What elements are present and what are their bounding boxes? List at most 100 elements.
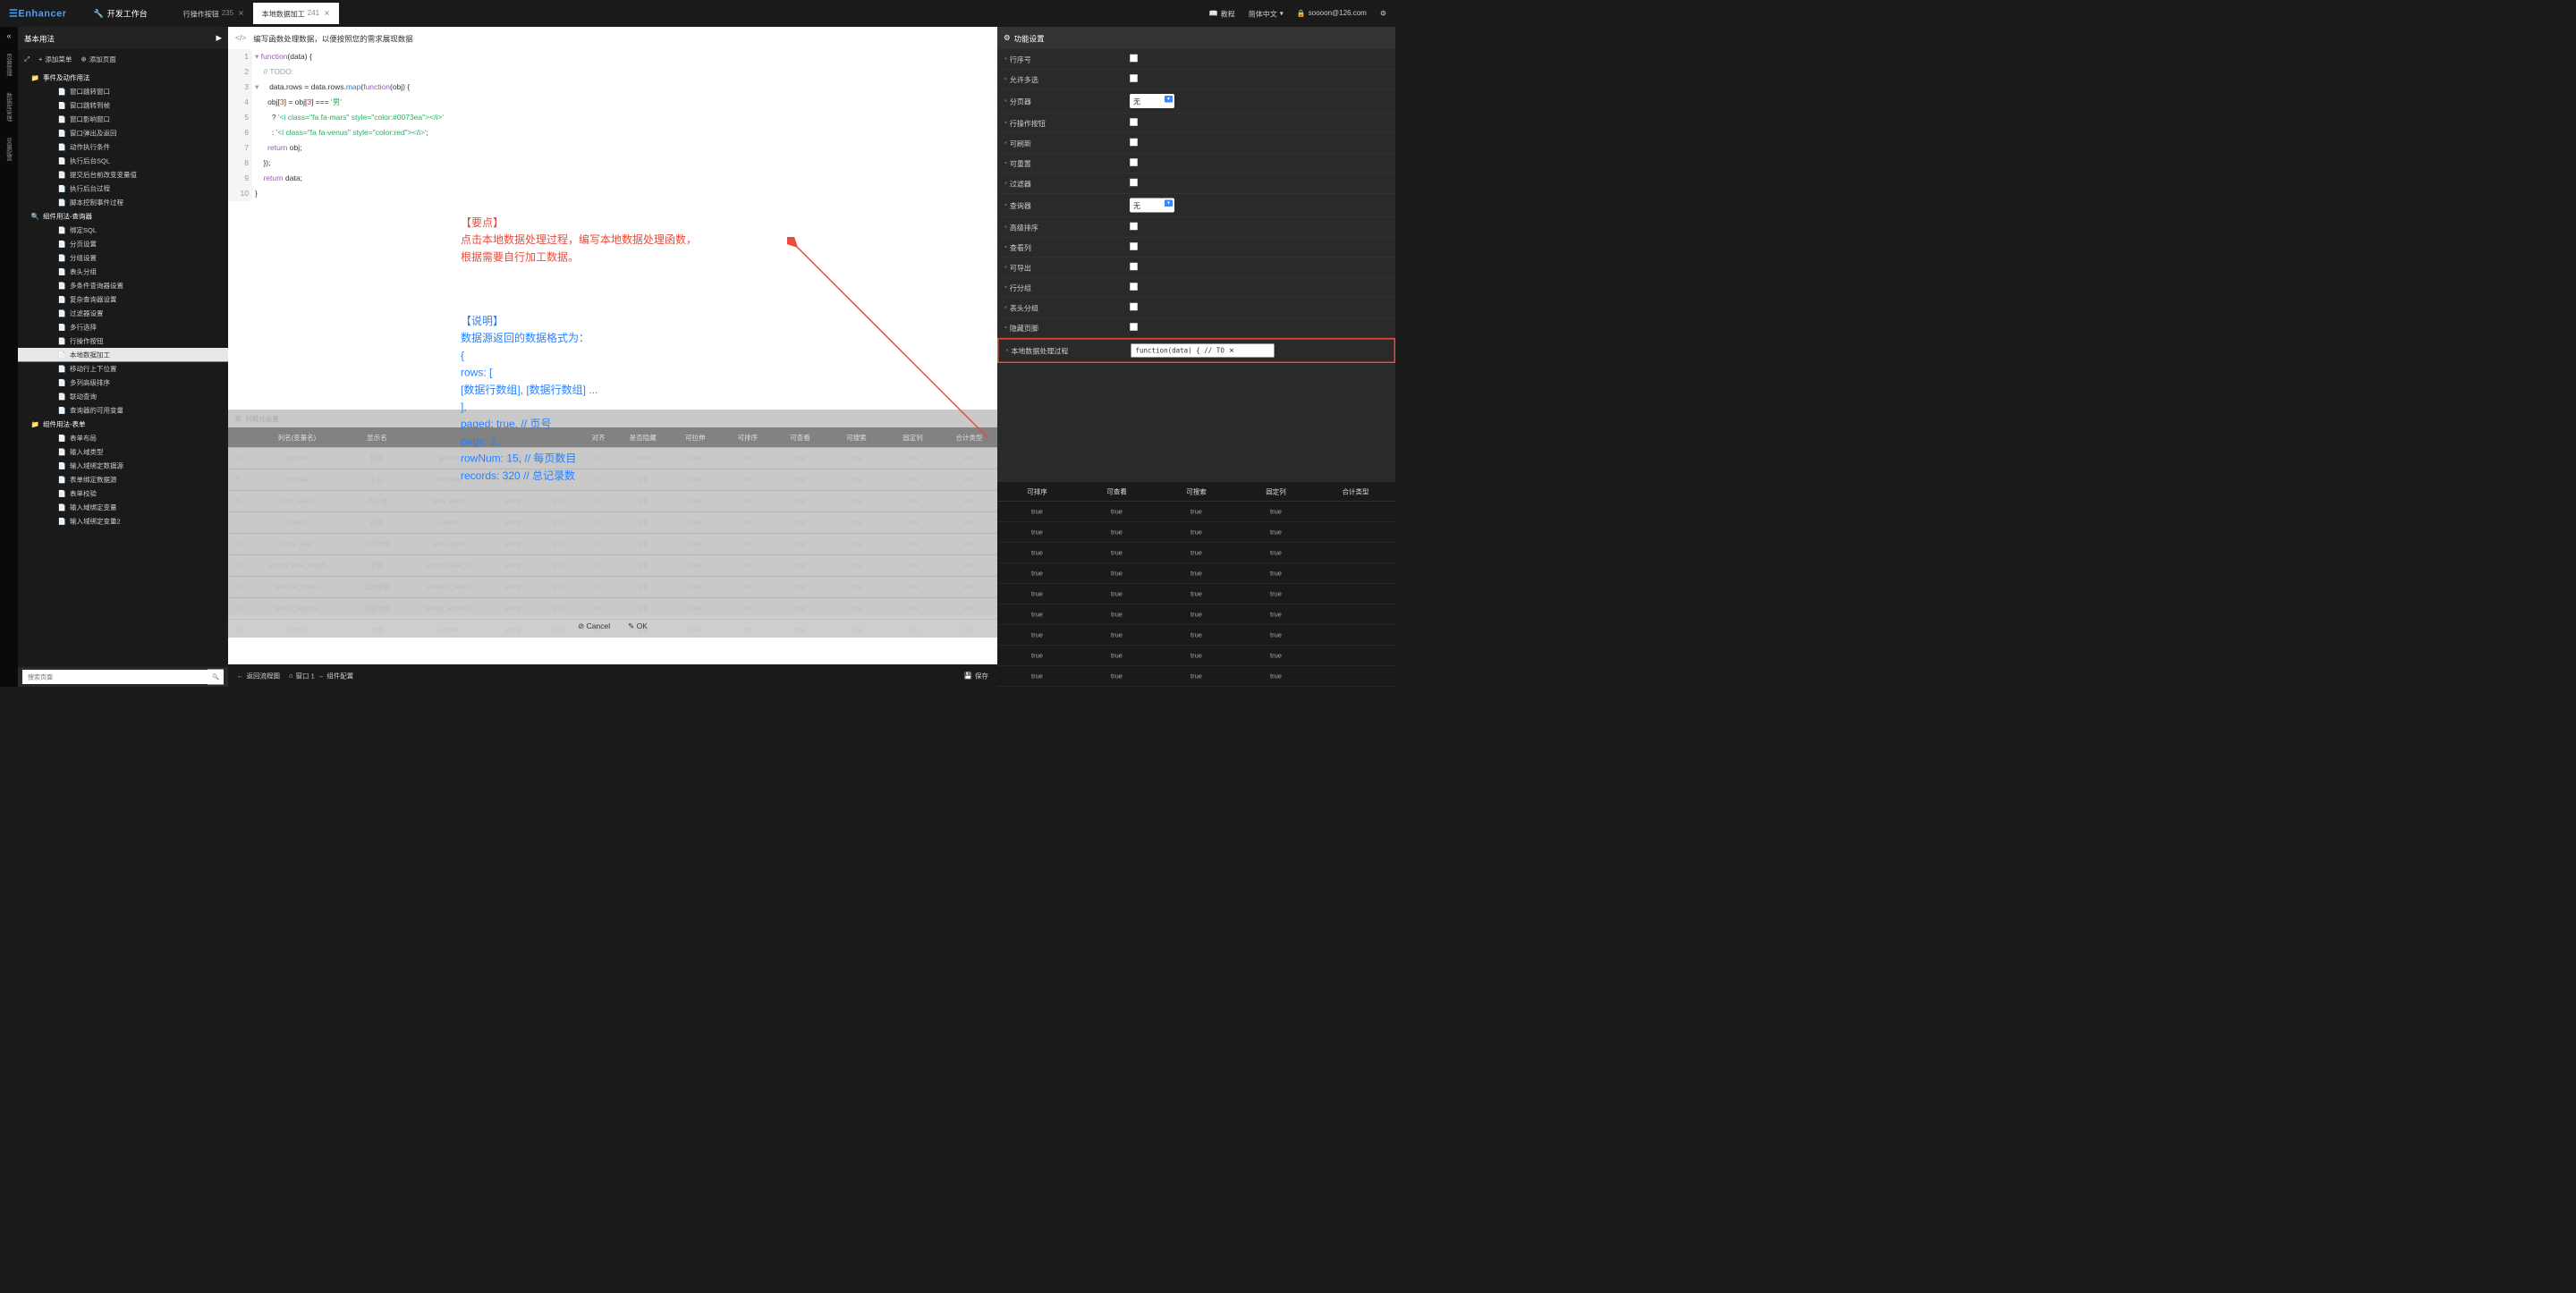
- table-row[interactable]: 8entry_year入学年份entry_yearstringtext60lef…: [228, 533, 997, 554]
- tree-item[interactable]: 📄输入域绑定数据源: [18, 459, 228, 473]
- cancel-button[interactable]: ⊘ Cancel: [578, 622, 610, 631]
- search-button[interactable]: 🔍: [208, 670, 224, 685]
- tab-local-data[interactable]: 本地数据加工 241✕: [253, 3, 339, 24]
- tree-item[interactable]: 📄分页设置: [18, 237, 228, 251]
- user-menu[interactable]: 🔒soooon@126.com: [1297, 9, 1367, 18]
- tree-item[interactable]: 📄多条件查询器设置: [18, 279, 228, 293]
- checkbox-input[interactable]: [1130, 158, 1138, 166]
- file-icon: 📄: [58, 365, 66, 373]
- checkbox-input[interactable]: [1130, 118, 1138, 126]
- save-button[interactable]: 💾保存: [964, 671, 988, 680]
- ok-button[interactable]: ✎ OK: [628, 622, 648, 631]
- table-row[interactable]: truetruetruetrue: [997, 584, 1395, 604]
- tree-item[interactable]: 📄动作执行条件: [18, 140, 228, 155]
- expand-icon[interactable]: ⤢: [24, 55, 30, 63]
- folder-query[interactable]: 🔍组件用法-查询器: [18, 209, 228, 224]
- table-row[interactable]: truetruetruetrue: [997, 502, 1395, 522]
- tree-item[interactable]: 📄输入域类型: [18, 445, 228, 460]
- tree-item[interactable]: 📄本地数据加工: [18, 348, 228, 362]
- rail-db-mgmt[interactable]: 数据库管理: [4, 89, 13, 126]
- checkbox-input[interactable]: [1130, 222, 1138, 230]
- table-row[interactable]: 5birthday生日birthdaystringtext60leftfalse…: [228, 469, 997, 490]
- tree-item[interactable]: 📄表单布局: [18, 431, 228, 445]
- select-input[interactable]: 无: [1130, 94, 1174, 108]
- add-page-button[interactable]: ⊕添加页面: [80, 55, 115, 64]
- table-row[interactable]: 6birth_place出生地birth_placestringtext60le…: [228, 490, 997, 511]
- tree-item[interactable]: 📄窗口弹出及返回: [18, 126, 228, 140]
- tree-item[interactable]: 📄脚本控制事件过程: [18, 196, 228, 210]
- tree-item[interactable]: 📄查询器的可用变量: [18, 403, 228, 418]
- checkbox-input[interactable]: [1130, 178, 1138, 186]
- checkbox-input[interactable]: [1130, 74, 1138, 82]
- tree-item[interactable]: 📄绑定SQL: [18, 224, 228, 238]
- tree-item[interactable]: 📄窗口跳转窗口: [18, 85, 228, 99]
- table-cell: true: [941, 497, 997, 505]
- back-button[interactable]: ←返回流程图: [237, 671, 280, 680]
- checkbox-input[interactable]: [1130, 323, 1138, 331]
- tree-item[interactable]: 📄复杂查询器设置: [18, 292, 228, 307]
- tree-item[interactable]: 📄执行后台SQL: [18, 154, 228, 168]
- tree-item[interactable]: 📄联动查询: [18, 390, 228, 404]
- checkbox-input[interactable]: [1130, 283, 1138, 291]
- select-input[interactable]: 无: [1130, 199, 1174, 213]
- rail-page-mgmt[interactable]: 页面管理: [4, 50, 13, 80]
- function-input[interactable]: function(data) { // TO ✕: [1131, 344, 1275, 358]
- checkbox-input[interactable]: [1130, 302, 1138, 310]
- table-row[interactable]: truetruetruetrue: [997, 563, 1395, 584]
- checkbox-input[interactable]: [1130, 54, 1138, 62]
- collapse-icon[interactable]: «: [6, 31, 11, 41]
- file-icon: 📄: [58, 337, 66, 345]
- table-row[interactable]: truetruetruetrue: [997, 646, 1395, 666]
- close-icon[interactable]: ✕: [238, 9, 244, 18]
- tree-item[interactable]: 📄输入域绑定变量: [18, 501, 228, 515]
- table-cell: false: [667, 454, 724, 462]
- table-cell: true: [828, 583, 885, 591]
- rail-var-cfg[interactable]: 变量配置: [4, 134, 13, 165]
- table-row[interactable]: truetruetruetrue: [997, 666, 1395, 687]
- editor-area: </> 编写函数处理数据，以便按照您的需求展现数据 ⚠ 12345678910 …: [228, 27, 997, 687]
- folder-form[interactable]: 📁组件用法-表单: [18, 418, 228, 432]
- table-row[interactable]: 10political_status政治面貌political_statusst…: [228, 576, 997, 597]
- tree-item[interactable]: 📄表头分组: [18, 265, 228, 279]
- settings-button[interactable]: ⚙: [1380, 9, 1386, 18]
- search-input[interactable]: [22, 670, 208, 684]
- tree-item[interactable]: 📄行操作按钮: [18, 334, 228, 349]
- tree-item[interactable]: 📄窗口影响窗口: [18, 113, 228, 127]
- tutorial-link[interactable]: 📖教程: [1209, 8, 1235, 19]
- tab-row-buttons[interactable]: 行操作按钮 235✕: [174, 3, 253, 24]
- close-icon[interactable]: ✕: [324, 9, 330, 18]
- tree-item[interactable]: 📄执行后台过程: [18, 182, 228, 196]
- tree-item[interactable]: 📄表单绑定数据源: [18, 473, 228, 487]
- table-cell: 8: [228, 540, 249, 548]
- table-cell: true: [1077, 549, 1157, 557]
- code-editor[interactable]: ⚠ 12345678910 ▾ function(data) { // TODO…: [228, 49, 997, 664]
- add-menu-button[interactable]: +添加菜单: [38, 55, 72, 64]
- table-row[interactable]: truetruetruetrue: [997, 522, 1395, 543]
- table-row[interactable]: 7nation民族nationstringtext60leftfalsetrue…: [228, 511, 997, 533]
- table-row[interactable]: 4gender性别genderstringtext60centerfalsetr…: [228, 447, 997, 469]
- close-icon[interactable]: ✕: [1229, 347, 1234, 355]
- checkbox-input[interactable]: [1130, 242, 1138, 250]
- tree-item[interactable]: 📄输入域绑定变量2: [18, 514, 228, 528]
- tree-item[interactable]: 📄移动行上下位置: [18, 362, 228, 376]
- tree-item[interactable]: 📄提交后台前改变变量值: [18, 168, 228, 182]
- table-cell: true: [941, 519, 997, 527]
- tree-item[interactable]: 📄过滤器设置: [18, 307, 228, 321]
- tree-item[interactable]: 📄表单校验: [18, 486, 228, 501]
- table-row[interactable]: truetruetruetrue: [997, 604, 1395, 625]
- table-row[interactable]: truetruetruetrue: [997, 625, 1395, 646]
- tree-item[interactable]: 📄窗口跳转到帧: [18, 98, 228, 113]
- tree-item[interactable]: 📄多行选择: [18, 320, 228, 334]
- play-icon[interactable]: ▶: [216, 34, 222, 43]
- table-row[interactable]: truetruetruetrue: [997, 543, 1395, 563]
- language-select[interactable]: 简体中文 ▾: [1249, 8, 1284, 19]
- table-cell: true: [1077, 570, 1157, 578]
- checkbox-input[interactable]: [1130, 262, 1138, 270]
- breadcrumb[interactable]: ⌂窗口 1 → 组件配置: [289, 671, 353, 680]
- tree-item[interactable]: 📄多列高级排序: [18, 376, 228, 390]
- table-row[interactable]: 9school_year_length学制school_year_lestrin…: [228, 554, 997, 576]
- folder-events[interactable]: 📁事件及动作用法: [18, 71, 228, 85]
- tree-item[interactable]: 📄分组设置: [18, 251, 228, 266]
- checkbox-input[interactable]: [1130, 138, 1138, 146]
- workbench-link[interactable]: 🔧开发工作台: [94, 8, 148, 20]
